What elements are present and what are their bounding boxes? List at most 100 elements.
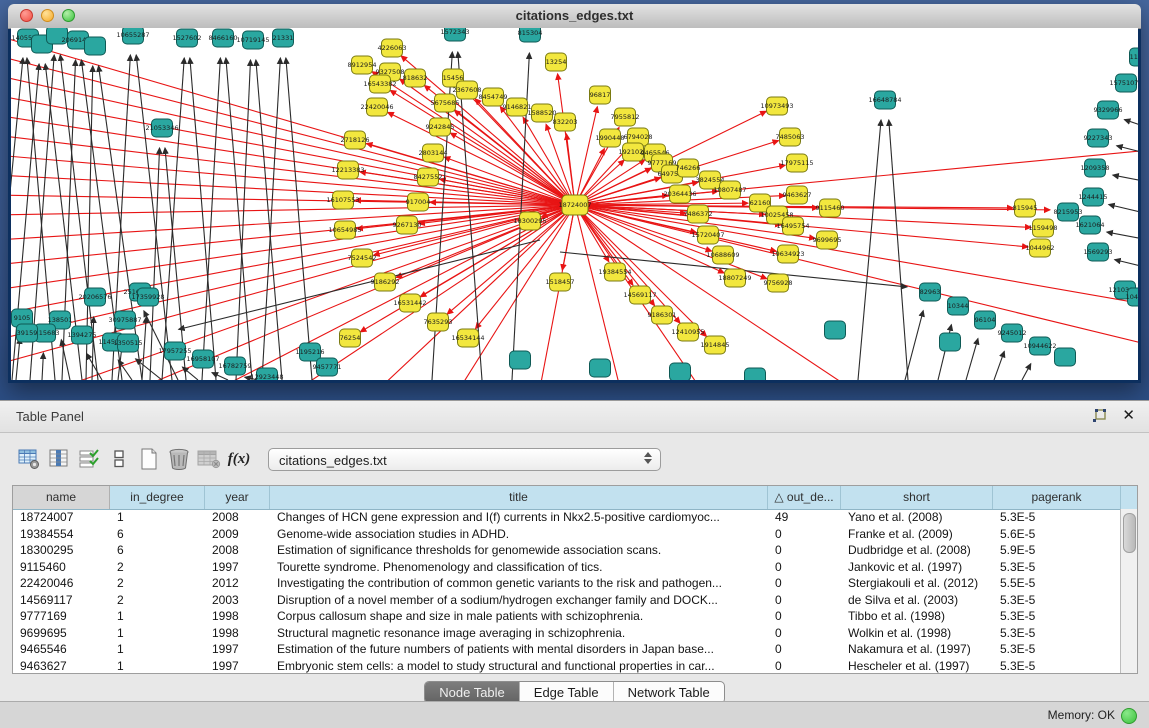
column-header-short[interactable]: short — [841, 486, 993, 509]
graph-edge[interactable] — [136, 359, 162, 380]
graph-node-label: 18724007 — [558, 201, 591, 209]
graph-node-label: 16531442 — [393, 299, 426, 307]
graph-node-label: 76254 — [340, 334, 361, 342]
graph-edge[interactable] — [1109, 205, 1138, 214]
graph-node[interactable] — [590, 359, 611, 377]
graph-edge[interactable] — [1022, 364, 1031, 380]
graph-edge[interactable] — [256, 60, 282, 380]
table-cell: 0 — [768, 526, 841, 543]
column-header-year[interactable]: year — [205, 486, 270, 509]
table-cell: Wolkin et al. (1998) — [841, 625, 993, 642]
graph-edge[interactable] — [11, 55, 575, 205]
graph-node-label: 17975115 — [780, 159, 813, 167]
table-row[interactable]: 946554611997Estimation of the future num… — [13, 641, 1121, 658]
citation-network-graph[interactable]: 1872400742260638912954932750881863215456… — [11, 28, 1138, 380]
graph-edge[interactable] — [182, 367, 198, 380]
graph-node[interactable] — [510, 351, 531, 369]
graph-node-label: 13254 — [546, 58, 567, 66]
graph-edge[interactable] — [1124, 120, 1138, 128]
table-cell: 19384554 — [13, 526, 110, 543]
graph-edge[interactable] — [286, 58, 312, 380]
graph-node-label: 1209358 — [1081, 164, 1110, 172]
graph-node[interactable] — [1055, 348, 1076, 366]
table-selector-dropdown[interactable]: citations_edges.txt — [268, 448, 661, 471]
table-cell: 2008 — [205, 542, 270, 559]
delete-table-icon[interactable] — [194, 445, 224, 473]
graph-edge[interactable] — [162, 58, 184, 380]
table-row[interactable]: 2242004622012Investigating the contribut… — [13, 575, 1121, 592]
table-row[interactable]: 1872400712008Changes of HCN gene express… — [13, 509, 1121, 526]
table-cell: 1 — [110, 608, 205, 625]
delete-column-icon[interactable] — [164, 445, 194, 473]
graph-edge[interactable] — [1113, 175, 1138, 182]
table-row[interactable]: 1456911722003Disruption of a novel membe… — [13, 592, 1121, 609]
graph-edge[interactable] — [575, 205, 620, 380]
table-row[interactable]: 946362711997Embryonic stem cells: a mode… — [13, 658, 1121, 674]
graph-edge[interactable] — [190, 58, 216, 380]
column-header-out-degree[interactable]: △ out_de... — [768, 486, 841, 509]
graph-edge[interactable] — [11, 205, 575, 340]
column-header-title[interactable]: title — [270, 486, 768, 509]
graph-node-label: 1527602 — [173, 34, 202, 42]
tab-node-table[interactable]: Node Table — [425, 682, 520, 703]
desktop: { "window": { "title": "citations_edges.… — [0, 0, 1149, 727]
table-row[interactable]: 1938455462009Genome-wide association stu… — [13, 526, 1121, 543]
graph-edge[interactable] — [42, 353, 43, 380]
table-mode-icon[interactable] — [14, 445, 44, 473]
column-header-name[interactable]: name — [13, 486, 110, 509]
new-column-icon[interactable] — [134, 445, 164, 473]
table-selector-value: citations_edges.txt — [279, 453, 387, 468]
table-cell: 0 — [768, 625, 841, 642]
graph-edge[interactable] — [450, 133, 575, 205]
table-row[interactable]: 969969511998Structural magnetic resonanc… — [13, 625, 1121, 642]
graph-node-label: 9457771 — [313, 363, 342, 371]
graph-node[interactable] — [825, 321, 846, 339]
graph-node-label: 17359928 — [131, 293, 164, 301]
graph-node[interactable] — [85, 37, 106, 55]
table-cell: 49 — [768, 509, 841, 526]
column-header-pagerank[interactable]: pagerank — [993, 486, 1121, 509]
table-row[interactable]: 911546021997Tourette syndrome. Phenomeno… — [13, 559, 1121, 576]
network-canvas[interactable]: 1872400742260638912954932750881863215456… — [11, 28, 1138, 380]
graph-edge[interactable] — [889, 120, 908, 380]
table-cell: 6 — [110, 542, 205, 559]
table-cell: 2008 — [205, 509, 270, 526]
table-row[interactable]: 977716911998Corpus callosum shape and si… — [13, 608, 1121, 625]
graph-node-label: 9329966 — [1094, 106, 1123, 114]
graph-node-label: 9227343 — [1084, 134, 1113, 142]
close-panel-icon[interactable]: ✕ — [1122, 407, 1135, 425]
graph-edge[interactable] — [575, 107, 597, 205]
table-scrollbar[interactable] — [1120, 509, 1137, 673]
row-check-icon[interactable] — [74, 445, 104, 473]
row-height-icon[interactable] — [104, 445, 134, 473]
table-scrollbar-thumb[interactable] — [1123, 513, 1136, 553]
graph-node[interactable] — [745, 368, 766, 380]
table-cell: 0 — [768, 592, 841, 609]
table-cell: Changes of HCN gene expression and I(f) … — [270, 509, 768, 526]
table-cell: Disruption of a novel member of a sodium… — [270, 592, 768, 609]
graph-edge[interactable] — [905, 311, 923, 380]
table-row[interactable]: 1830029562008Estimation of significance … — [13, 542, 1121, 559]
column-select-icon[interactable] — [44, 445, 74, 473]
graph-node-label: 12410955 — [671, 328, 704, 336]
graph-edge[interactable] — [994, 351, 1004, 380]
graph-node-label: 10807487 — [713, 186, 746, 194]
graph-edge[interactable] — [858, 120, 881, 380]
function-builder-icon[interactable]: f(x) — [224, 445, 254, 473]
graph-edge[interactable] — [1115, 260, 1138, 268]
status-bar: Memory: OK — [0, 701, 1149, 728]
graph-edge[interactable] — [1107, 232, 1138, 240]
graph-edge[interactable] — [142, 317, 146, 380]
graph-edge[interactable] — [966, 339, 978, 380]
table-cell: Corpus callosum shape and size in male p… — [270, 608, 768, 625]
graph-node[interactable] — [940, 333, 961, 351]
column-header-in-degree[interactable]: in_degree — [110, 486, 205, 509]
graph-node-label: 1244415 — [1079, 193, 1108, 201]
window-titlebar[interactable]: citations_edges.txt — [8, 4, 1141, 29]
graph-node[interactable] — [670, 363, 691, 380]
graph-node-label: 17957255 — [158, 347, 191, 355]
table-toolbar: f(x) citations_edges.txt — [14, 441, 1135, 477]
tab-network-table[interactable]: Network Table — [614, 682, 724, 703]
float-panel-icon[interactable] — [1092, 409, 1108, 424]
tab-edge-table[interactable]: Edge Table — [520, 682, 614, 703]
